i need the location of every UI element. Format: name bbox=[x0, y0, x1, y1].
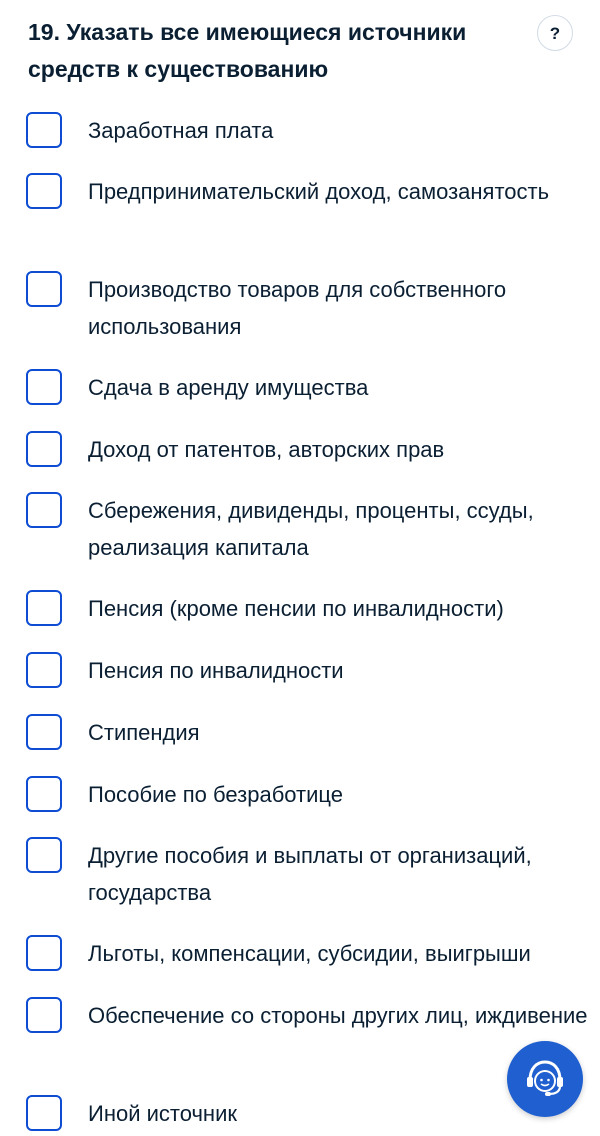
checkbox[interactable] bbox=[26, 997, 62, 1033]
checkbox[interactable] bbox=[26, 173, 62, 209]
option-label: Другие пособия и выплаты от организаций,… bbox=[88, 843, 532, 905]
support-chat-button[interactable] bbox=[507, 1041, 583, 1117]
checkbox[interactable] bbox=[26, 652, 62, 688]
option-label: Обеспечение со стороны других лиц, иждив… bbox=[88, 1003, 588, 1028]
option-label: Предпринимательский доход, самозанятость bbox=[88, 179, 550, 204]
option-label: Заработная плата bbox=[88, 118, 274, 143]
checkbox[interactable] bbox=[26, 112, 62, 148]
option-label: Производство товаров для собственного ис… bbox=[88, 277, 507, 339]
option-label: Сдача в аренду имущества bbox=[88, 375, 369, 400]
checkbox[interactable] bbox=[26, 369, 62, 405]
option-label: Пособие по безработице bbox=[88, 782, 343, 807]
checkbox[interactable] bbox=[26, 492, 62, 528]
option-label: Сбережения, дивиденды, проценты, ссуды, … bbox=[88, 498, 534, 560]
option-label: Стипендия bbox=[88, 720, 200, 745]
checkbox[interactable] bbox=[26, 714, 62, 750]
checkbox[interactable] bbox=[26, 935, 62, 971]
checkbox[interactable] bbox=[26, 1095, 62, 1131]
support-operator-icon bbox=[527, 1060, 563, 1096]
options-list: Заработная плата Предпринимательский дох… bbox=[0, 0, 600, 1136]
option-label: Пенсия (кроме пенсии по инвалидности) bbox=[88, 596, 504, 621]
checkbox[interactable] bbox=[26, 590, 62, 626]
checkbox[interactable] bbox=[26, 431, 62, 467]
option-label: Льготы, компенсации, субсидии, выигрыши bbox=[88, 941, 531, 966]
checkbox[interactable] bbox=[26, 776, 62, 812]
checkbox[interactable] bbox=[26, 271, 62, 307]
checkbox[interactable] bbox=[26, 837, 62, 873]
option-label: Доход от патентов, авторских прав bbox=[88, 437, 445, 462]
option-label: Пенсия по инвалидности bbox=[88, 658, 344, 683]
